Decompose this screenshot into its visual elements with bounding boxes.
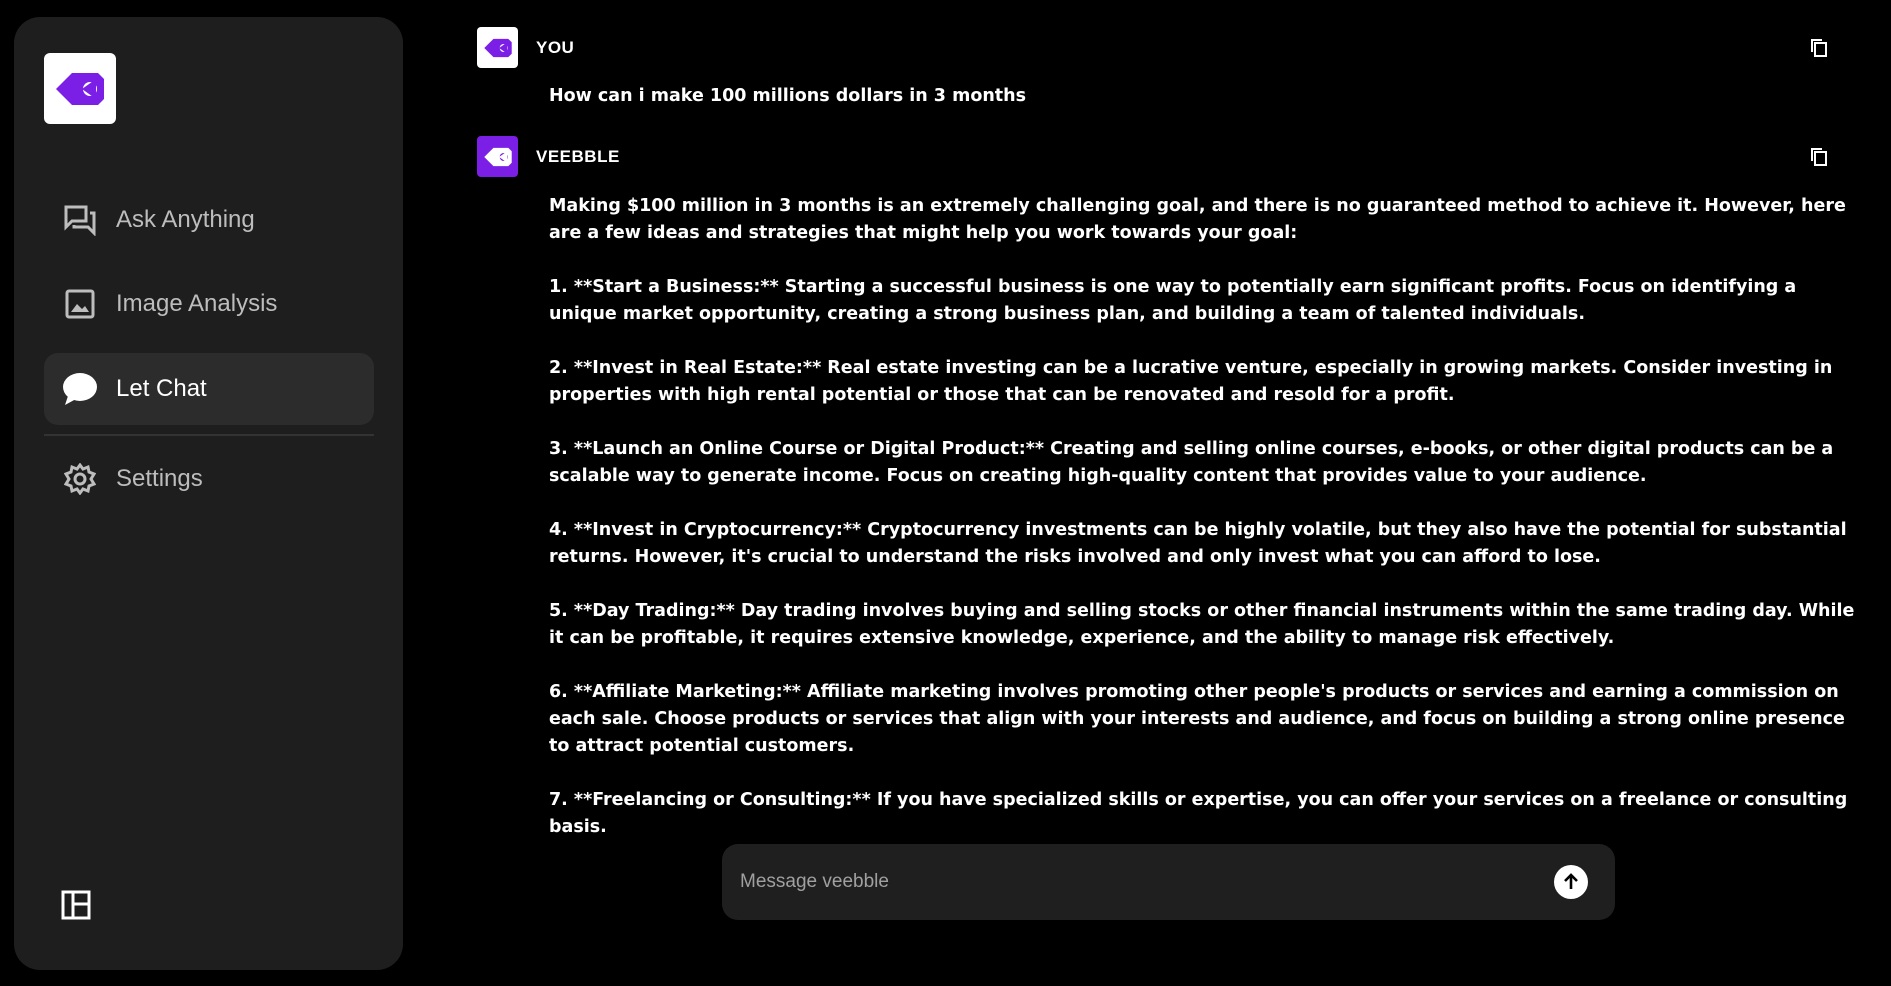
copy-icon xyxy=(1811,39,1827,57)
layout-toggle-button[interactable] xyxy=(58,887,94,923)
arrow-up-icon xyxy=(1564,873,1578,889)
layout-panel-icon xyxy=(61,890,91,920)
sidebar-item-ask-anything[interactable]: Ask Anything xyxy=(44,184,374,256)
avatar xyxy=(477,136,518,177)
sidebar-item-let-chat[interactable]: Let Chat xyxy=(44,353,374,425)
chat-bubble-icon xyxy=(62,371,98,407)
gear-icon xyxy=(62,461,98,497)
sender-name: YOU xyxy=(536,37,575,57)
copy-icon xyxy=(1811,148,1827,166)
forum-icon xyxy=(62,202,98,238)
message-composer xyxy=(722,844,1615,920)
copy-message-button[interactable] xyxy=(1808,36,1830,60)
image-icon xyxy=(62,286,98,322)
sidebar-item-label: Settings xyxy=(116,465,203,492)
sidebar-item-label: Ask Anything xyxy=(116,206,255,233)
veebble-logo-icon xyxy=(56,72,104,105)
sidebar: Ask Anything Image Analysis Let Chat Set… xyxy=(14,17,403,970)
sender-name: VEEBBLE xyxy=(536,146,620,166)
sidebar-item-image-analysis[interactable]: Image Analysis xyxy=(44,268,374,340)
veebble-logo-icon xyxy=(483,38,512,57)
sidebar-divider xyxy=(44,434,374,436)
message-header-user: YOU xyxy=(477,27,574,68)
app-logo[interactable] xyxy=(44,53,116,124)
sidebar-item-label: Let Chat xyxy=(116,375,207,402)
send-button[interactable] xyxy=(1554,865,1588,899)
message-input[interactable] xyxy=(740,844,1520,920)
message-text: How can i make 100 millions dollars in 3… xyxy=(549,86,1027,106)
sidebar-item-settings[interactable]: Settings xyxy=(44,443,374,515)
copy-message-button[interactable] xyxy=(1808,145,1830,169)
avatar xyxy=(477,27,518,68)
message-header-bot: VEEBBLE xyxy=(477,136,620,177)
veebble-logo-icon xyxy=(483,147,512,166)
message-text: Making $100 million in 3 months is an ex… xyxy=(549,196,1855,837)
sidebar-item-label: Image Analysis xyxy=(116,290,278,317)
